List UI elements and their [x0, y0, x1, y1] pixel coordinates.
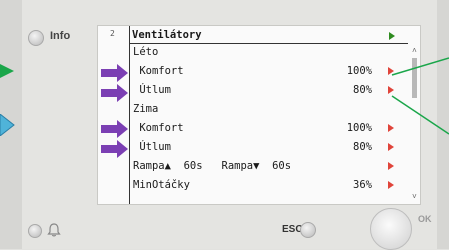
bell-icon[interactable]: [46, 222, 62, 238]
ok-label: OK: [418, 214, 432, 224]
alarm-led[interactable]: [28, 224, 42, 238]
ok-knob[interactable]: [370, 208, 412, 250]
esc-button[interactable]: [300, 222, 316, 238]
